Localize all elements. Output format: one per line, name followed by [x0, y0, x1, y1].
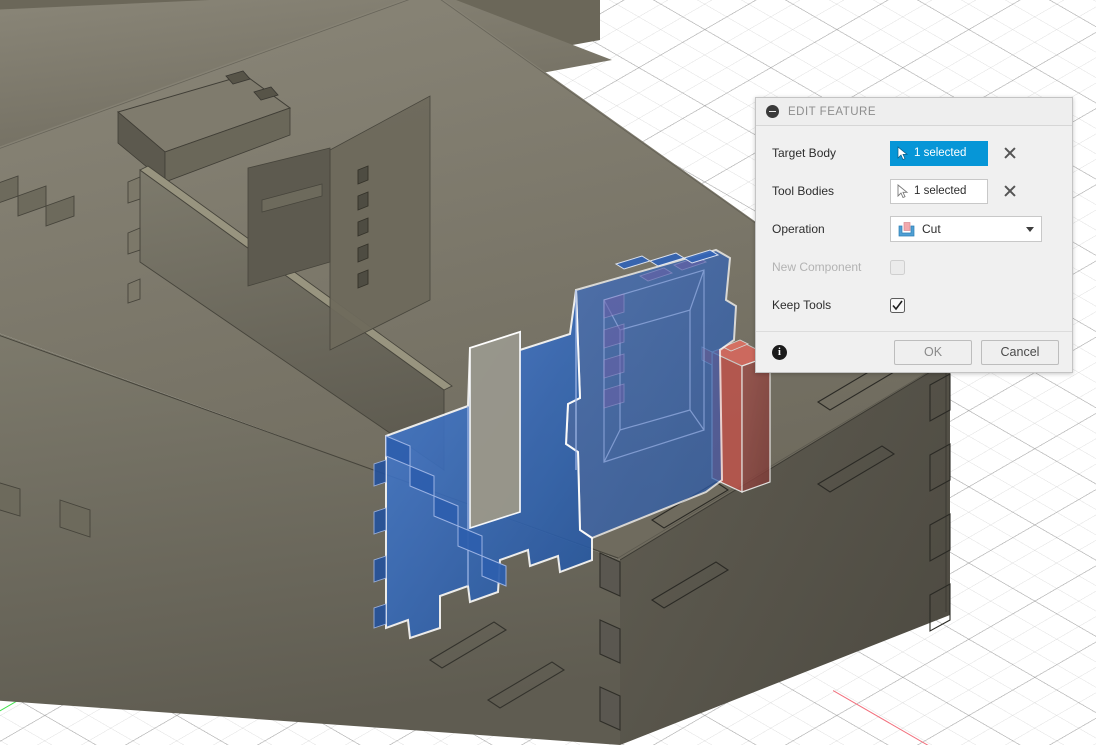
divider-finger-tabs [127, 176, 141, 304]
new-component-checkbox [890, 259, 905, 275]
panel-gap-sliver [469, 330, 521, 530]
operation-label: Operation [772, 222, 825, 236]
target-body-selection-button[interactable]: 1 selected [890, 140, 988, 166]
dialog-footer: i OK Cancel [756, 332, 1072, 372]
select-cursor-icon [897, 184, 909, 198]
tool-bodies-value: 1 selected [914, 185, 967, 197]
cut-operation-icon [898, 221, 915, 236]
checkmark-icon [892, 300, 903, 310]
info-icon[interactable]: i [772, 344, 787, 360]
cancel-button[interactable]: Cancel [981, 339, 1059, 365]
fusion-360-screenshot: EDIT FEATURE Target Body 1 selected Tool… [0, 0, 1096, 745]
new-component-label: New Component [772, 260, 862, 274]
inner-shelf-panel[interactable] [247, 147, 331, 287]
dialog-body: Target Body 1 selected Tool Bodies 1 sel… [756, 126, 1072, 332]
corner-finger-joints [599, 552, 621, 731]
row-tool-bodies[interactable]: Tool Bodies 1 selected [756, 172, 1072, 210]
edit-feature-dialog[interactable]: EDIT FEATURE Target Body 1 selected Tool… [755, 97, 1073, 373]
target-body-label: Target Body [772, 146, 837, 160]
select-cursor-icon [897, 146, 908, 160]
operation-value: Cut [922, 222, 941, 236]
keep-tools-checkbox[interactable] [890, 297, 905, 313]
tool-bodies-label: Tool Bodies [772, 184, 835, 198]
target-body-clear-icon[interactable] [1002, 145, 1018, 161]
row-new-component: New Component [756, 248, 1072, 286]
dialog-title: EDIT FEATURE [788, 105, 876, 118]
row-target-body[interactable]: Target Body 1 selected [756, 134, 1072, 172]
collapse-minus-icon[interactable] [766, 105, 779, 118]
ok-button[interactable]: OK [894, 339, 972, 365]
keep-tools-label: Keep Tools [772, 298, 832, 312]
row-operation[interactable]: Operation Cut [756, 210, 1072, 248]
tool-bodies-clear-icon[interactable] [1002, 183, 1018, 199]
row-keep-tools[interactable]: Keep Tools [756, 286, 1072, 324]
target-body-value: 1 selected [914, 147, 967, 159]
operation-dropdown[interactable]: Cut [890, 216, 1042, 242]
chevron-down-icon[interactable] [1026, 226, 1034, 232]
dialog-titlebar[interactable]: EDIT FEATURE [756, 98, 1072, 126]
tool-bodies-selection-button[interactable]: 1 selected [890, 178, 988, 204]
